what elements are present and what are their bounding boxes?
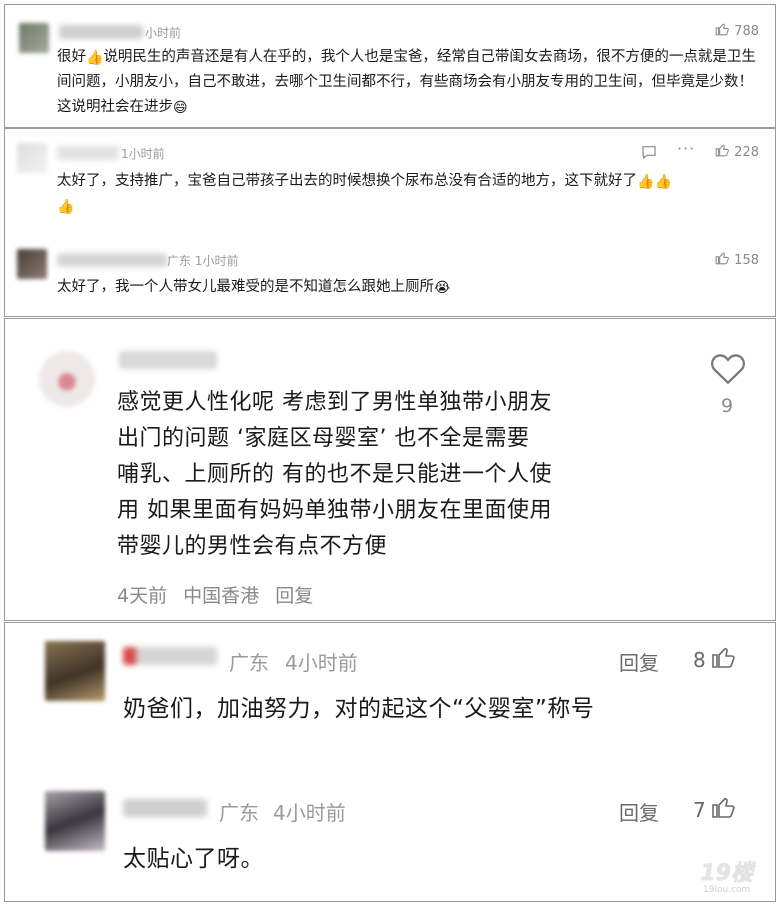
thumbs-up-emoji-icon: 👍: [637, 174, 655, 190]
comment-time: 4小时前: [273, 801, 346, 825]
comment-time: 4天前: [117, 585, 168, 607]
comment-card-4: 广东 4小时前 回复 8 奶爸们，加油努力，对的起这个“父婴室”称号 广东 4小…: [4, 622, 776, 902]
thumb-up-icon: [715, 251, 730, 269]
username-blurred[interactable]: [59, 25, 143, 39]
avatar[interactable]: [17, 249, 47, 279]
like-button[interactable]: 158: [715, 251, 759, 269]
username-blurred[interactable]: [119, 351, 217, 369]
crying-emoji-icon: 😭: [434, 280, 451, 296]
reply-button[interactable]: 回复: [619, 647, 659, 676]
like-count: 9: [721, 395, 734, 417]
like-count: 228: [734, 144, 759, 160]
comment-location: 广东: [219, 801, 259, 825]
like-button[interactable]: 788: [715, 22, 759, 40]
like-count: 7: [693, 797, 706, 822]
like-button[interactable]: 228: [715, 143, 759, 161]
comment-location: 中国香港: [183, 585, 260, 607]
reply-button[interactable]: 回复: [619, 797, 659, 826]
thumb-up-icon: [711, 645, 735, 674]
comment-time: 4小时前: [285, 651, 358, 675]
like-button[interactable]: 8: [693, 645, 735, 674]
message-icon[interactable]: [641, 144, 657, 164]
username-blurred[interactable]: [123, 647, 217, 665]
like-count: 158: [734, 252, 759, 268]
more-options-icon[interactable]: ···: [677, 139, 695, 158]
comment-time: 1小时前: [121, 147, 165, 161]
like-count: 8: [693, 647, 706, 672]
thumbs-up-emoji-icon: 👍: [86, 50, 104, 66]
comment-card-3: 9 感觉更人性化呢 考虑到了男性单独带小朋友 出门的问题 ‘家庭区母婴室’ 也不…: [4, 318, 776, 621]
comment-location-time: 广东 1小时前: [167, 254, 239, 268]
comment-text: 很好👍说明民生的声音还是有人在乎的，我个人也是宝爸，经常自己带闺女去商场，很不方…: [57, 49, 756, 116]
comment-footer: 4天前 中国香港 回复: [117, 581, 313, 608]
comment-text: 太好了，我一个人带女儿最难受的是不知道怎么跟她上厕所😭: [57, 279, 451, 296]
thumb-up-icon: [715, 22, 730, 40]
username-blurred[interactable]: [57, 146, 119, 160]
like-button[interactable]: 7: [693, 795, 735, 824]
thumb-up-icon: [715, 143, 730, 161]
watermark-logo: 19楼 19lou.com: [700, 861, 753, 895]
avatar[interactable]: [17, 143, 47, 173]
comment-text: 感觉更人性化呢 考虑到了男性单独带小朋友 出门的问题 ‘家庭区母婴室’ 也不全是…: [117, 390, 552, 559]
comment-card-2: 1小时前 ··· 228 太好了，支持推广，宝爸自己带孩子出去的时候想换个尿布总…: [4, 128, 776, 317]
username-blurred[interactable]: [57, 253, 167, 267]
comment-text: 奶爸们，加油努力，对的起这个“父婴室”称号: [123, 696, 595, 722]
avatar[interactable]: [45, 641, 105, 701]
thumbs-up-emoji-icon: 👍: [57, 199, 75, 215]
reply-button[interactable]: 回复: [275, 585, 313, 607]
comment-time: 小时前: [145, 26, 182, 40]
comment-location: 广东: [229, 651, 269, 675]
smile-emoji-icon: 😄: [173, 100, 188, 116]
comment-text: 太贴心了呀。: [123, 846, 264, 872]
thumbs-up-emoji-icon: 👍: [654, 174, 672, 190]
comment-card-1: 小时前 788 很好👍说明民生的声音还是有人在乎的，我个人也是宝爸，经常自己带闺…: [4, 4, 776, 128]
avatar[interactable]: [39, 351, 95, 407]
thumb-up-icon: [711, 795, 735, 824]
username-blurred[interactable]: [123, 799, 207, 817]
avatar[interactable]: [45, 791, 105, 851]
comment-text: 太好了，支持推广，宝爸自己带孩子出去的时候想换个尿布总没有合适的地方，这下就好了…: [57, 173, 672, 215]
heart-icon[interactable]: [709, 351, 747, 389]
avatar[interactable]: [19, 23, 49, 53]
like-count: 788: [734, 23, 759, 39]
